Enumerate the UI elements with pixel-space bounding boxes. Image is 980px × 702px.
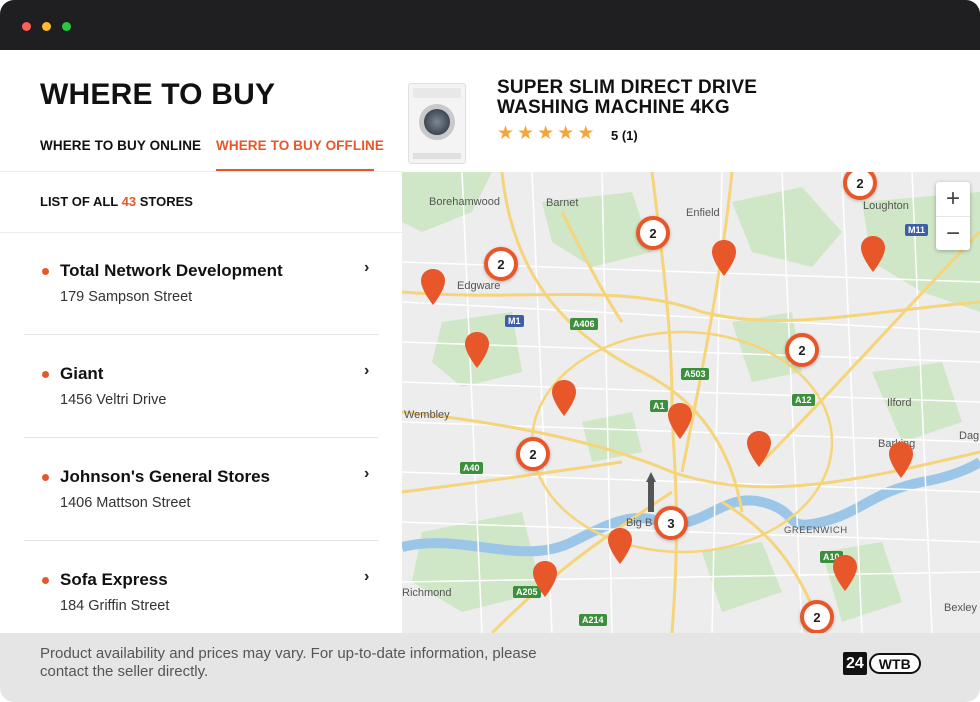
road-label: A12 <box>792 394 815 406</box>
brand-logo: 24 WTB <box>843 652 921 675</box>
road-label: A503 <box>681 368 709 380</box>
map-pin-icon[interactable] <box>421 269 445 305</box>
store-name: Giant <box>60 364 104 383</box>
map-pin-icon[interactable] <box>533 561 557 597</box>
map-label: Ilford <box>887 397 912 409</box>
chevron-right-icon[interactable]: › <box>364 259 369 277</box>
map-pin-icon[interactable] <box>747 431 771 467</box>
chevron-right-icon[interactable]: › <box>364 568 369 586</box>
store-item[interactable]: Giant 1456 Veltri Drive › <box>24 336 378 438</box>
map-label: Borehamwood <box>429 196 500 208</box>
map-pin-icon[interactable] <box>833 555 857 591</box>
store-cluster-marker[interactable]: 3 <box>654 506 688 540</box>
store-cluster-marker[interactable]: 2 <box>800 600 834 633</box>
store-count: 43 <box>121 194 137 209</box>
map-label: Wembley <box>404 409 450 421</box>
bullet-icon <box>42 577 49 584</box>
chevron-right-icon[interactable]: › <box>364 362 369 380</box>
star-icon: ★ <box>577 123 595 144</box>
store-cluster-marker[interactable]: 2 <box>785 333 819 367</box>
divider <box>0 171 402 172</box>
map-label: Bexley <box>944 602 978 614</box>
map-label: Edgware <box>457 280 501 292</box>
road-label: A1 <box>650 400 668 412</box>
map-zoom-control: + − <box>936 182 970 250</box>
map-pin-icon[interactable] <box>552 380 576 416</box>
star-icon: ★ <box>537 123 555 144</box>
store-item[interactable]: Sofa Express 184 Griffin Street › <box>24 542 378 642</box>
road-label: A214 <box>579 614 607 626</box>
minimize-window-icon[interactable] <box>42 22 51 31</box>
store-name: Total Network Development <box>60 261 283 280</box>
logo-number: 24 <box>843 652 867 675</box>
map-label: Barnet <box>546 197 579 209</box>
where-to-buy-window: WHERE TO BUY WHERE TO BUY ONLINE WHERE T… <box>0 0 980 702</box>
bullet-icon <box>42 371 49 378</box>
tab-where-to-buy-offline[interactable]: WHERE TO BUY OFFLINE <box>216 138 384 153</box>
map-label: Loughton <box>863 200 909 212</box>
store-list-prefix: LIST OF ALL <box>40 194 118 209</box>
footer: Product availability and prices may vary… <box>0 633 980 702</box>
store-cluster-marker[interactable]: 2 <box>636 216 670 250</box>
map-label: Dag <box>959 430 980 442</box>
store-address: 184 Griffin Street <box>60 598 170 614</box>
map-pin-icon[interactable] <box>608 528 632 564</box>
map-label: Richmond <box>402 587 452 599</box>
store-address: 1406 Mattson Street <box>60 495 191 511</box>
store-cluster-marker[interactable]: 2 <box>516 437 550 471</box>
tab-where-to-buy-online[interactable]: WHERE TO BUY ONLINE <box>40 138 201 153</box>
map-pin-icon[interactable] <box>889 442 913 478</box>
rating-stars: ★ ★ ★ ★ ★ <box>497 123 595 144</box>
logo-text: WTB <box>868 653 921 674</box>
store-address: 1456 Veltri Drive <box>60 392 167 408</box>
map-label: GREENWICH <box>784 525 848 536</box>
divider <box>24 540 378 541</box>
store-item[interactable]: Johnson's General Stores 1406 Mattson St… <box>24 439 378 541</box>
product-image <box>408 83 466 164</box>
store-list-header: LIST OF ALL 43 STORES <box>40 194 193 209</box>
store-cluster-marker[interactable]: 2 <box>484 247 518 281</box>
zoom-in-button[interactable]: + <box>936 182 970 216</box>
road-label: M11 <box>905 224 929 236</box>
maximize-window-icon[interactable] <box>62 22 71 31</box>
bullet-icon <box>42 268 49 275</box>
store-map[interactable]: Borehamwood Barnet Enfield Loughton Edgw… <box>402 172 980 633</box>
map-pin-icon[interactable] <box>668 403 692 439</box>
map-label: Enfield <box>686 207 720 219</box>
map-pin-icon[interactable] <box>465 332 489 368</box>
zoom-out-button[interactable]: − <box>936 216 970 250</box>
divider <box>24 437 378 438</box>
map-pin-icon[interactable] <box>861 236 885 272</box>
store-name: Johnson's General Stores <box>60 467 270 486</box>
star-icon: ★ <box>517 123 535 144</box>
store-list-suffix: STORES <box>139 194 193 209</box>
product-name: SUPER SLIM DIRECT DRIVE WASHING MACHINE … <box>497 77 758 118</box>
availability-note: Product availability and prices may vary… <box>40 645 537 680</box>
chevron-right-icon[interactable]: › <box>364 465 369 483</box>
rating-text: 5 (1) <box>611 128 638 143</box>
bullet-icon <box>42 474 49 481</box>
star-icon: ★ <box>557 123 575 144</box>
road-label: M1 <box>505 315 524 327</box>
store-name: Sofa Express <box>60 570 168 589</box>
divider <box>24 334 378 335</box>
road-label: A406 <box>570 318 598 330</box>
star-icon: ★ <box>497 123 515 144</box>
close-window-icon[interactable] <box>22 22 31 31</box>
store-item[interactable]: Total Network Development 179 Sampson St… <box>24 233 378 335</box>
road-label: A40 <box>460 462 483 474</box>
page-title: WHERE TO BUY <box>40 78 276 111</box>
map-pin-icon[interactable] <box>712 240 736 276</box>
window-titlebar <box>0 0 980 50</box>
store-address: 179 Sampson Street <box>60 289 193 305</box>
